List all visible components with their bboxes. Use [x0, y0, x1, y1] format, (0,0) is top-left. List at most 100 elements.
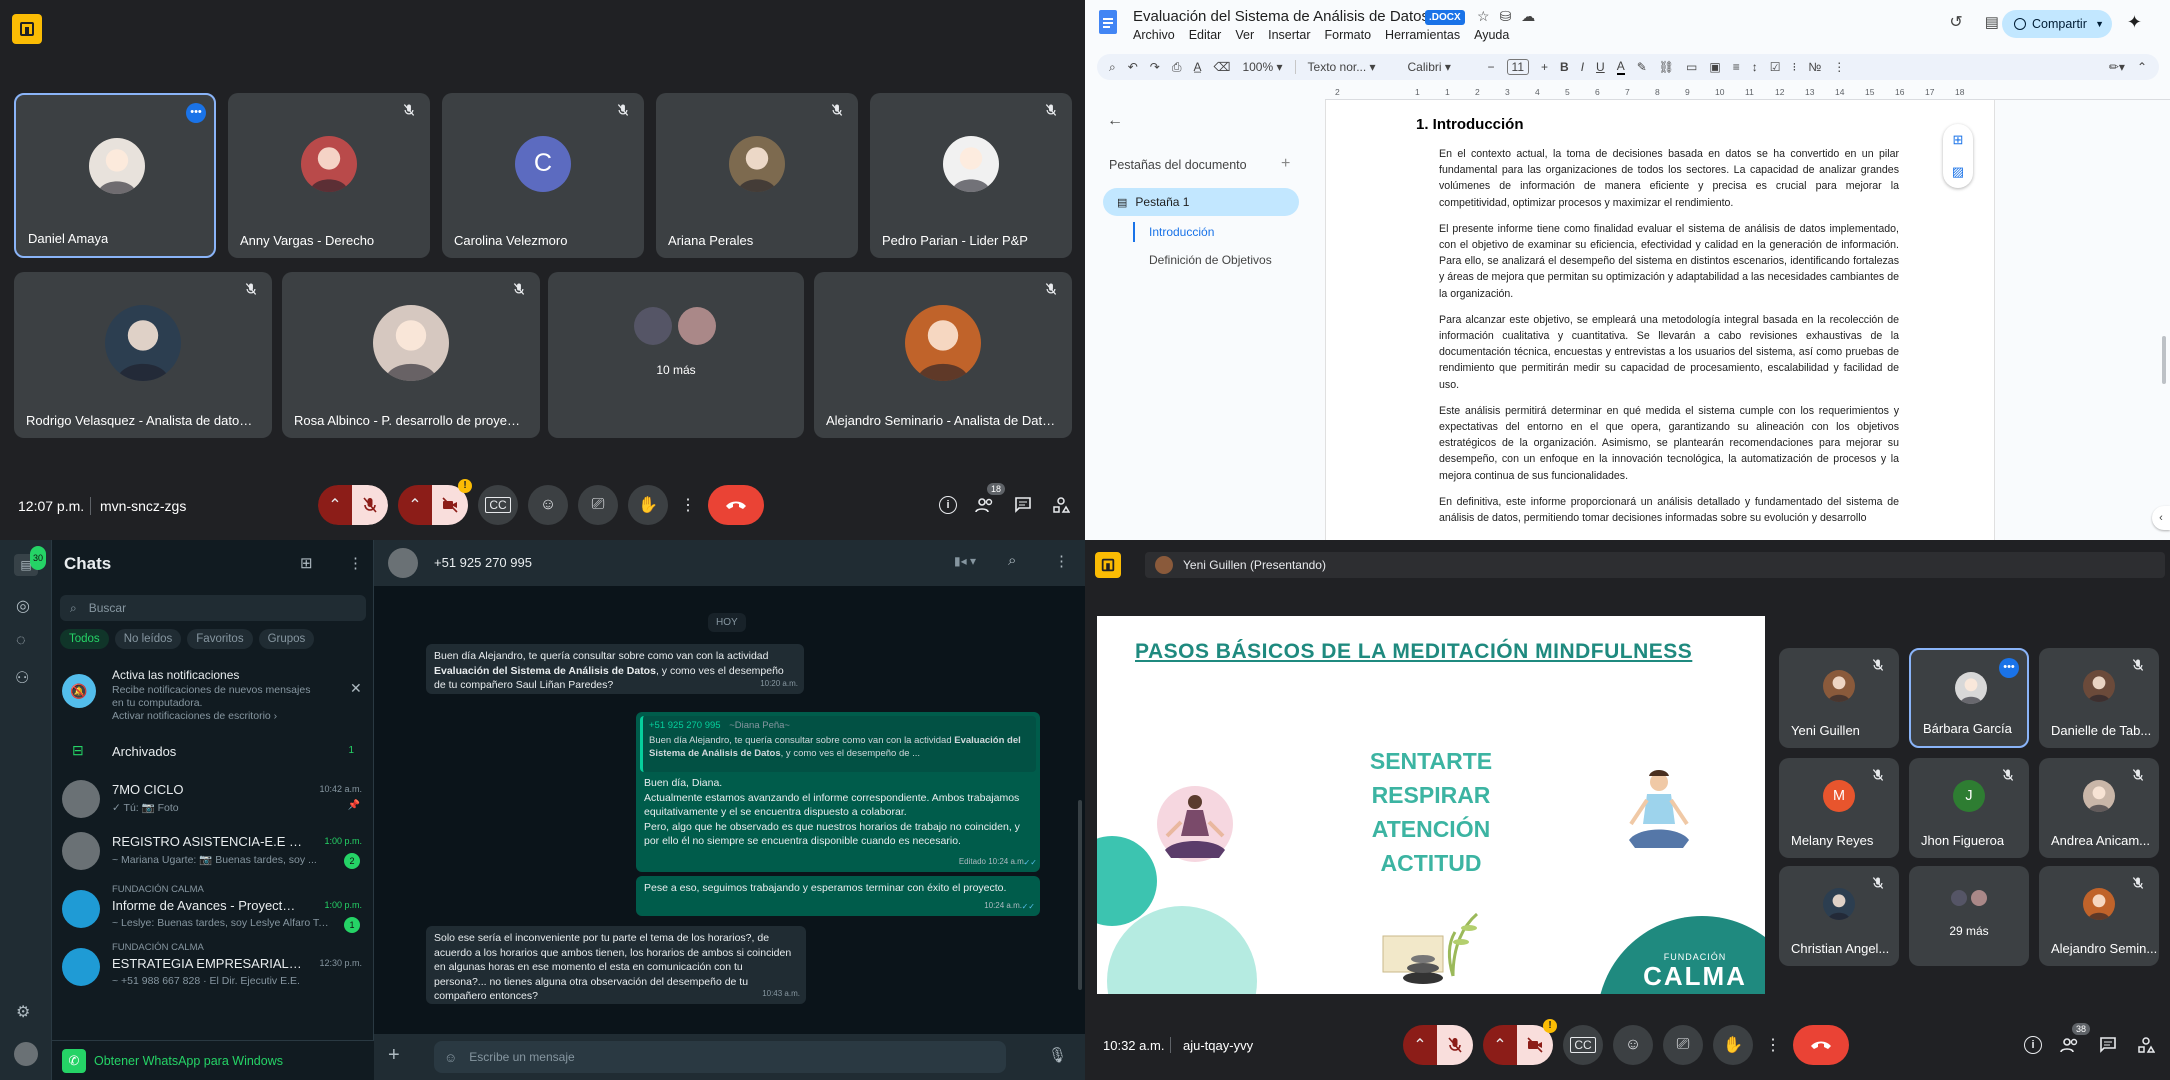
participant-tile[interactable]: Daniel Amaya •••: [14, 93, 216, 258]
outline-item-introduccion[interactable]: Introducción: [1149, 225, 1214, 239]
participant-tile[interactable]: Anny Vargas - Derecho: [228, 93, 430, 258]
text-color-icon[interactable]: A: [1616, 59, 1625, 75]
mic-options-button[interactable]: ⌃: [318, 485, 352, 525]
mic-icon[interactable]: 🎙: [1048, 1046, 1067, 1064]
activities-icon[interactable]: [2136, 1035, 2156, 1055]
message-in-1[interactable]: Buen día Alejandro, te quería consultar …: [426, 644, 804, 694]
gemini-icon[interactable]: ✦: [2127, 12, 2142, 33]
tab-item-1[interactable]: ▤ Pestaña 1: [1103, 188, 1299, 216]
zoom-select[interactable]: 100% ▾: [1242, 60, 1282, 74]
status-rail-icon[interactable]: ◎: [16, 596, 30, 616]
add-comment-icon[interactable]: ⊞: [1953, 132, 1964, 148]
filter-chip-3[interactable]: Grupos: [258, 629, 315, 649]
participant-tile[interactable]: Danielle de Tab...: [2039, 648, 2159, 748]
mic-toggle-button[interactable]: [1437, 1025, 1473, 1065]
more-options-icon[interactable]: •••: [186, 103, 206, 123]
highlight-icon[interactable]: ✎: [1637, 60, 1647, 74]
spellcheck-icon[interactable]: A̲: [1193, 60, 1201, 74]
more-options-icon[interactable]: •••: [1999, 658, 2019, 678]
participant-tile[interactable]: Bárbara García •••: [1909, 648, 2029, 748]
more-options-button[interactable]: ⋮: [678, 485, 698, 525]
floating-add-comment[interactable]: ⊞ ▨: [1943, 124, 1973, 188]
italic-icon[interactable]: I: [1581, 60, 1584, 74]
notif-link[interactable]: Activar notificaciones de escritorio ›: [112, 710, 277, 722]
attach-icon[interactable]: +: [388, 1044, 400, 1067]
numbered-list-icon[interactable]: №: [1808, 60, 1821, 74]
collapse-icon[interactable]: ⌃: [2137, 60, 2147, 74]
checklist-icon[interactable]: ☑: [1770, 60, 1781, 74]
chat-icon[interactable]: [1013, 495, 1033, 515]
conversation-scrollbar[interactable]: [1078, 800, 1082, 990]
expand-side-panel-icon[interactable]: ‹: [2152, 506, 2170, 530]
participant-tile[interactable]: Alejandro Semin...: [2039, 866, 2159, 966]
search-box[interactable]: ⌕ Buscar: [60, 595, 366, 621]
settings-rail-icon[interactable]: ⚙: [16, 1002, 30, 1022]
leave-call-button[interactable]: [1793, 1025, 1849, 1065]
comments-icon[interactable]: ▤: [1985, 13, 1999, 31]
quoted-message[interactable]: +51 925 270 995 ~Diana Peña~ Buen día Al…: [640, 716, 1036, 772]
menu-item-0[interactable]: Archivo: [1133, 28, 1175, 42]
contact-name[interactable]: +51 925 270 995: [434, 555, 532, 570]
redo-icon[interactable]: ↷: [1150, 60, 1160, 74]
chats-rail-icon[interactable]: ▤ 30: [14, 546, 46, 576]
emoji-icon[interactable]: ☺: [444, 1050, 457, 1065]
add-tab-icon[interactable]: +: [1281, 155, 1290, 173]
more-vert-icon[interactable]: ⋮: [1833, 60, 1845, 74]
suggest-edit-icon[interactable]: ▨: [1952, 164, 1964, 180]
get-app-bar[interactable]: ✆ Obtener WhatsApp para Windows: [52, 1040, 374, 1080]
video-call-icon[interactable]: ▮◂ ▾: [954, 554, 976, 568]
message-out-1[interactable]: +51 925 270 995 ~Diana Peña~ Buen día Al…: [636, 712, 1040, 872]
people-icon[interactable]: 18: [975, 483, 1005, 515]
participant-tile[interactable]: 10 más: [548, 272, 804, 438]
chevron-down-icon[interactable]: ▼: [2095, 19, 2104, 29]
menu-item-2[interactable]: Ver: [1235, 28, 1254, 42]
participant-tile[interactable]: 29 más: [1909, 866, 2029, 966]
menu-icon[interactable]: ⋮: [1054, 552, 1069, 570]
mic-options-button[interactable]: ⌃: [1403, 1025, 1437, 1065]
editing-mode-icon[interactable]: ✏▾: [2109, 60, 2125, 74]
mic-toggle-button[interactable]: [352, 485, 388, 525]
outline-item-objetivos[interactable]: Definición de Objetivos: [1149, 253, 1272, 267]
underline-icon[interactable]: U: [1596, 60, 1605, 74]
leave-call-button[interactable]: [708, 485, 764, 525]
present-button[interactable]: ⎚: [1663, 1025, 1703, 1065]
scrollbar-thumb[interactable]: [2162, 336, 2166, 384]
participant-tile[interactable]: Alejandro Seminario - Analista de Datos …: [814, 272, 1072, 438]
font-select[interactable]: Calibri ▾: [1408, 60, 1476, 74]
share-button[interactable]: Compartir ▼: [2002, 10, 2112, 38]
raise-hand-button[interactable]: ✋: [1713, 1025, 1753, 1065]
present-button[interactable]: ⎚: [578, 485, 618, 525]
captions-button[interactable]: CC: [478, 485, 518, 525]
chat-row[interactable]: REGISTRO ASISTENCIA-E.E ✍️... 1:00 p.m. ~ …: [52, 824, 374, 882]
document-title[interactable]: Evaluación del Sistema de Análisis de Da…: [1133, 8, 1433, 25]
history-icon[interactable]: ↺: [1949, 12, 1962, 32]
new-chat-icon[interactable]: ⊞: [300, 554, 313, 572]
comment-add-icon[interactable]: ▭: [1686, 60, 1697, 74]
chat-row[interactable]: FUNDACIÓN CALMA ESTRATEGIA EMPRESARIAL-Fu…: [52, 940, 374, 998]
menu-item-6[interactable]: Ayuda: [1474, 28, 1509, 42]
font-size-field[interactable]: 11: [1506, 59, 1529, 75]
style-select[interactable]: Texto nor... ▾: [1308, 60, 1396, 74]
star-icon[interactable]: ☆: [1477, 8, 1490, 25]
people-icon[interactable]: 38: [2060, 1023, 2090, 1055]
contact-avatar[interactable]: [388, 548, 418, 578]
bullet-list-icon[interactable]: ⁝: [1792, 60, 1796, 74]
bold-icon[interactable]: B: [1560, 60, 1569, 74]
emoji-button[interactable]: ☺: [528, 485, 568, 525]
participant-tile[interactable]: Ariana Perales: [656, 93, 858, 258]
search-icon[interactable]: ⌕: [1109, 60, 1116, 75]
message-in-2[interactable]: Solo ese sería el inconveniente por tu p…: [426, 926, 806, 1004]
print-icon[interactable]: ⎙: [1172, 60, 1182, 75]
participant-tile[interactable]: Rodrigo Velasquez - Analista de datos Ge…: [14, 272, 272, 438]
info-icon[interactable]: i: [939, 496, 957, 514]
raise-hand-button[interactable]: ✋: [628, 485, 668, 525]
camera-options-button[interactable]: ⌃: [398, 485, 432, 525]
participant-tile[interactable]: Andrea Anicam...: [2039, 758, 2159, 858]
profile-avatar[interactable]: [14, 1042, 38, 1066]
link-icon[interactable]: ⛓: [1659, 60, 1674, 74]
close-icon[interactable]: ✕: [350, 680, 362, 697]
info-icon[interactable]: i: [2024, 1036, 2042, 1054]
message-input[interactable]: ☺ Escribe un mensaje: [434, 1041, 1006, 1073]
menu-item-3[interactable]: Insertar: [1268, 28, 1310, 42]
document-page[interactable]: 1. Introducción En el contexto actual, l…: [1325, 100, 1995, 540]
